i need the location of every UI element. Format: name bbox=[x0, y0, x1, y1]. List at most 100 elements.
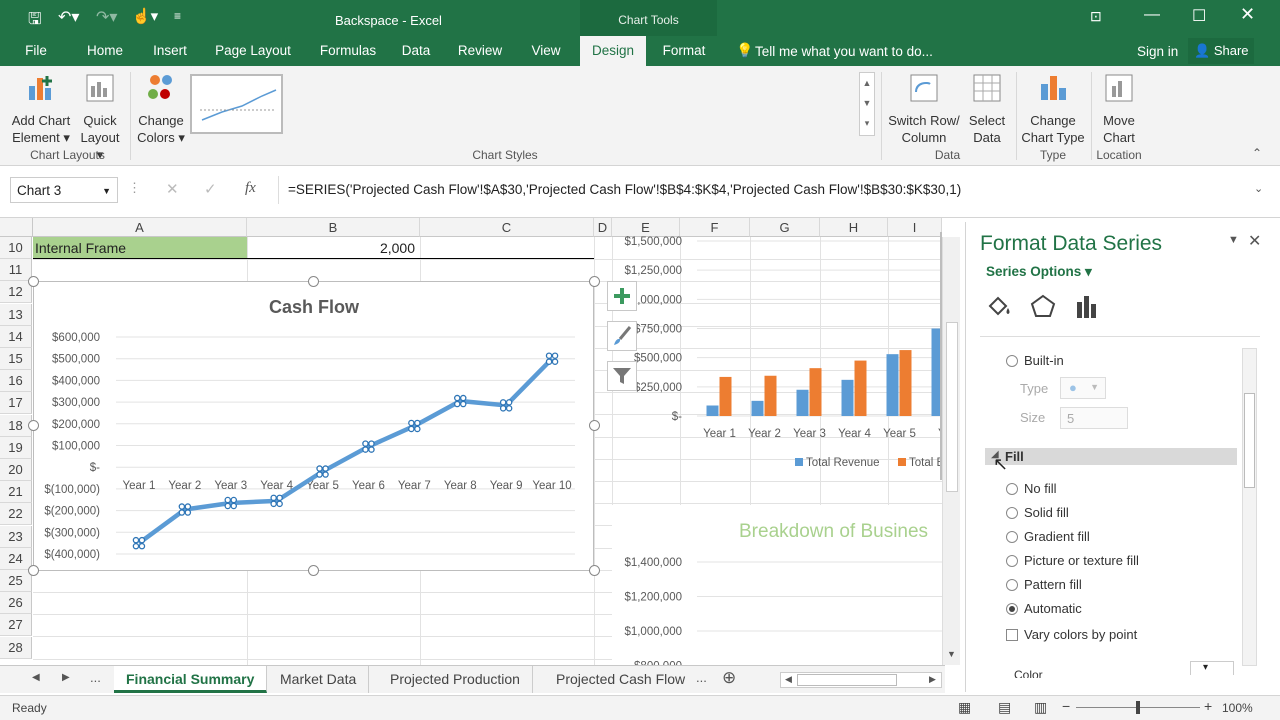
tab-home[interactable]: Home bbox=[80, 36, 130, 66]
row-header[interactable]: 13 bbox=[0, 303, 32, 326]
tab-view[interactable]: View bbox=[524, 36, 568, 66]
tab-insert[interactable]: Insert bbox=[146, 36, 194, 66]
sheet-tab-market-data[interactable]: Market Data bbox=[268, 666, 370, 693]
fill-color-button[interactable]: ▾ bbox=[1190, 661, 1234, 675]
sign-in-link[interactable]: Sign in bbox=[1137, 44, 1178, 59]
tab-review[interactable]: Review bbox=[452, 36, 508, 66]
selection-handle[interactable] bbox=[505, 405, 513, 412]
row-header[interactable]: 15 bbox=[0, 348, 32, 370]
selection-handle[interactable] bbox=[270, 494, 277, 502]
selection-handle[interactable] bbox=[138, 542, 146, 550]
selection-handle[interactable] bbox=[368, 440, 375, 447]
resize-handle[interactable] bbox=[28, 565, 39, 576]
zoom-level[interactable]: 100% bbox=[1222, 701, 1253, 715]
selection-handle[interactable] bbox=[224, 496, 231, 504]
selection-handle[interactable] bbox=[453, 400, 461, 408]
ribbon-display-icon[interactable]: ⊡ bbox=[1090, 8, 1102, 25]
column-header[interactable]: C bbox=[420, 218, 594, 237]
selection-handle[interactable] bbox=[505, 399, 513, 406]
select-all-corner[interactable] bbox=[0, 218, 33, 237]
cell-b10[interactable]: 2,000 bbox=[247, 237, 420, 259]
redo-icon[interactable]: ↷▾ bbox=[96, 7, 117, 27]
selection-handle[interactable] bbox=[414, 425, 421, 433]
fill-option[interactable]: Automatic bbox=[1006, 601, 1082, 617]
resize-handle[interactable] bbox=[308, 276, 319, 287]
row-header[interactable]: 17 bbox=[0, 392, 32, 415]
selection-handle[interactable] bbox=[459, 400, 467, 408]
column-header[interactable]: D bbox=[594, 218, 612, 237]
resize-handle[interactable] bbox=[28, 420, 39, 431]
resize-handle[interactable] bbox=[308, 565, 319, 576]
selection-handle[interactable] bbox=[316, 471, 323, 478]
selection-handle[interactable] bbox=[551, 358, 559, 365]
normal-view-icon[interactable]: ▦ bbox=[958, 699, 971, 716]
sheet-tab-projected-cash-flow[interactable]: Projected Cash Flow bbox=[544, 666, 697, 693]
maximize-icon[interactable]: ☐ bbox=[1192, 6, 1206, 26]
row-header[interactable]: 24 bbox=[0, 547, 32, 570]
breakdown-chart[interactable]: Breakdown of Busines $1,400,000 $1,200,000… bbox=[612, 505, 942, 665]
series-options-dropdown[interactable]: Series Options ▾ bbox=[986, 264, 1092, 280]
scroll-thumb[interactable] bbox=[946, 322, 958, 492]
tab-design[interactable]: Design bbox=[580, 36, 646, 66]
selection-handle[interactable] bbox=[499, 405, 507, 412]
pane-scrollbar[interactable] bbox=[1242, 348, 1257, 666]
series-options-icon[interactable] bbox=[1072, 292, 1102, 320]
tab-data[interactable]: Data bbox=[396, 36, 436, 66]
save-icon[interactable]: 🖫 bbox=[28, 8, 42, 35]
expand-formula-icon[interactable]: ⌄ bbox=[1254, 182, 1263, 195]
undo-icon[interactable]: ↶▾ bbox=[58, 7, 79, 27]
touch-mode-icon[interactable]: ☝▾ bbox=[132, 7, 158, 25]
close-icon[interactable]: ✕ bbox=[1240, 4, 1255, 25]
switch-row-column-button[interactable]: Switch Row/Column bbox=[886, 72, 962, 146]
row-header[interactable]: 23 bbox=[0, 525, 32, 548]
chart-elements-button[interactable] bbox=[607, 281, 637, 311]
close-pane-icon[interactable]: ✕ bbox=[1248, 231, 1261, 251]
selection-handle[interactable] bbox=[178, 509, 186, 516]
insert-function-icon[interactable]: fx bbox=[245, 180, 256, 197]
tab-formulas[interactable]: Formulas bbox=[312, 36, 384, 66]
row-header[interactable]: 25 bbox=[0, 570, 32, 592]
change-colors-button[interactable]: Change Colors ▾ bbox=[134, 72, 188, 146]
row-header[interactable]: 11 bbox=[0, 259, 32, 282]
chart-style-thumbnail[interactable] bbox=[190, 74, 283, 134]
tab-file[interactable]: File bbox=[14, 36, 58, 66]
fill-option[interactable]: Pattern fill bbox=[1006, 577, 1082, 593]
sheet-tab-financial-summary[interactable]: Financial Summary bbox=[114, 666, 268, 693]
selection-handle[interactable] bbox=[132, 536, 140, 544]
selection-handle[interactable] bbox=[414, 419, 421, 427]
prev-sheet-icon[interactable]: ◀ bbox=[32, 672, 40, 683]
change-chart-type-button[interactable]: Change Chart Type bbox=[1018, 72, 1088, 146]
selection-handle[interactable] bbox=[316, 465, 323, 472]
selection-handle[interactable] bbox=[362, 446, 369, 453]
revenue-expense-chart[interactable]: $1,500,000$1,250,000$1,000,000$750,000$5… bbox=[612, 232, 942, 480]
marker-type-dropdown[interactable]: ● ▼ bbox=[1060, 377, 1106, 399]
selection-handle[interactable] bbox=[362, 440, 369, 447]
scroll-right-icon[interactable]: ▶ bbox=[929, 674, 936, 685]
fill-section-header[interactable]: ◢ Fill bbox=[985, 448, 1237, 465]
zoom-out-icon[interactable]: − bbox=[1062, 698, 1070, 714]
row-header[interactable]: 20 bbox=[0, 459, 32, 481]
selection-handle[interactable] bbox=[551, 352, 559, 359]
column-header[interactable]: B bbox=[247, 218, 420, 237]
formula-input[interactable]: =SERIES('Projected Cash Flow'!$A$30,'Pro… bbox=[288, 182, 961, 197]
resize-handle[interactable] bbox=[589, 276, 600, 287]
pane-options-icon[interactable]: ▼ bbox=[1228, 234, 1239, 246]
selection-handle[interactable] bbox=[230, 496, 237, 504]
cash-flow-plot[interactable]: Cash Flow $600,000 $500,000 $400,000 $300,00… bbox=[34, 282, 595, 572]
collapse-ribbon-icon[interactable]: ⌃ bbox=[1252, 146, 1262, 160]
effects-icon[interactable] bbox=[1028, 292, 1058, 320]
new-sheet-icon[interactable]: ⊕ bbox=[722, 668, 736, 688]
selection-handle[interactable] bbox=[368, 446, 375, 453]
selection-handle[interactable] bbox=[270, 500, 277, 508]
customize-qat-icon[interactable]: ≡ bbox=[174, 9, 181, 23]
selection-handle[interactable] bbox=[545, 352, 553, 359]
selection-handle[interactable] bbox=[132, 542, 140, 550]
fill-option[interactable]: Picture or texture fill bbox=[1006, 553, 1139, 569]
h-scroll-thumb[interactable] bbox=[797, 674, 897, 686]
selection-handle[interactable] bbox=[408, 419, 415, 427]
chart-styles-button[interactable] bbox=[607, 321, 637, 351]
name-box[interactable]: Chart 3 ▼ bbox=[10, 177, 118, 203]
selection-handle[interactable] bbox=[453, 394, 461, 402]
cell-a10[interactable]: Internal Frame bbox=[33, 237, 247, 259]
sheet-tab-projected-production[interactable]: Projected Production bbox=[378, 666, 533, 693]
